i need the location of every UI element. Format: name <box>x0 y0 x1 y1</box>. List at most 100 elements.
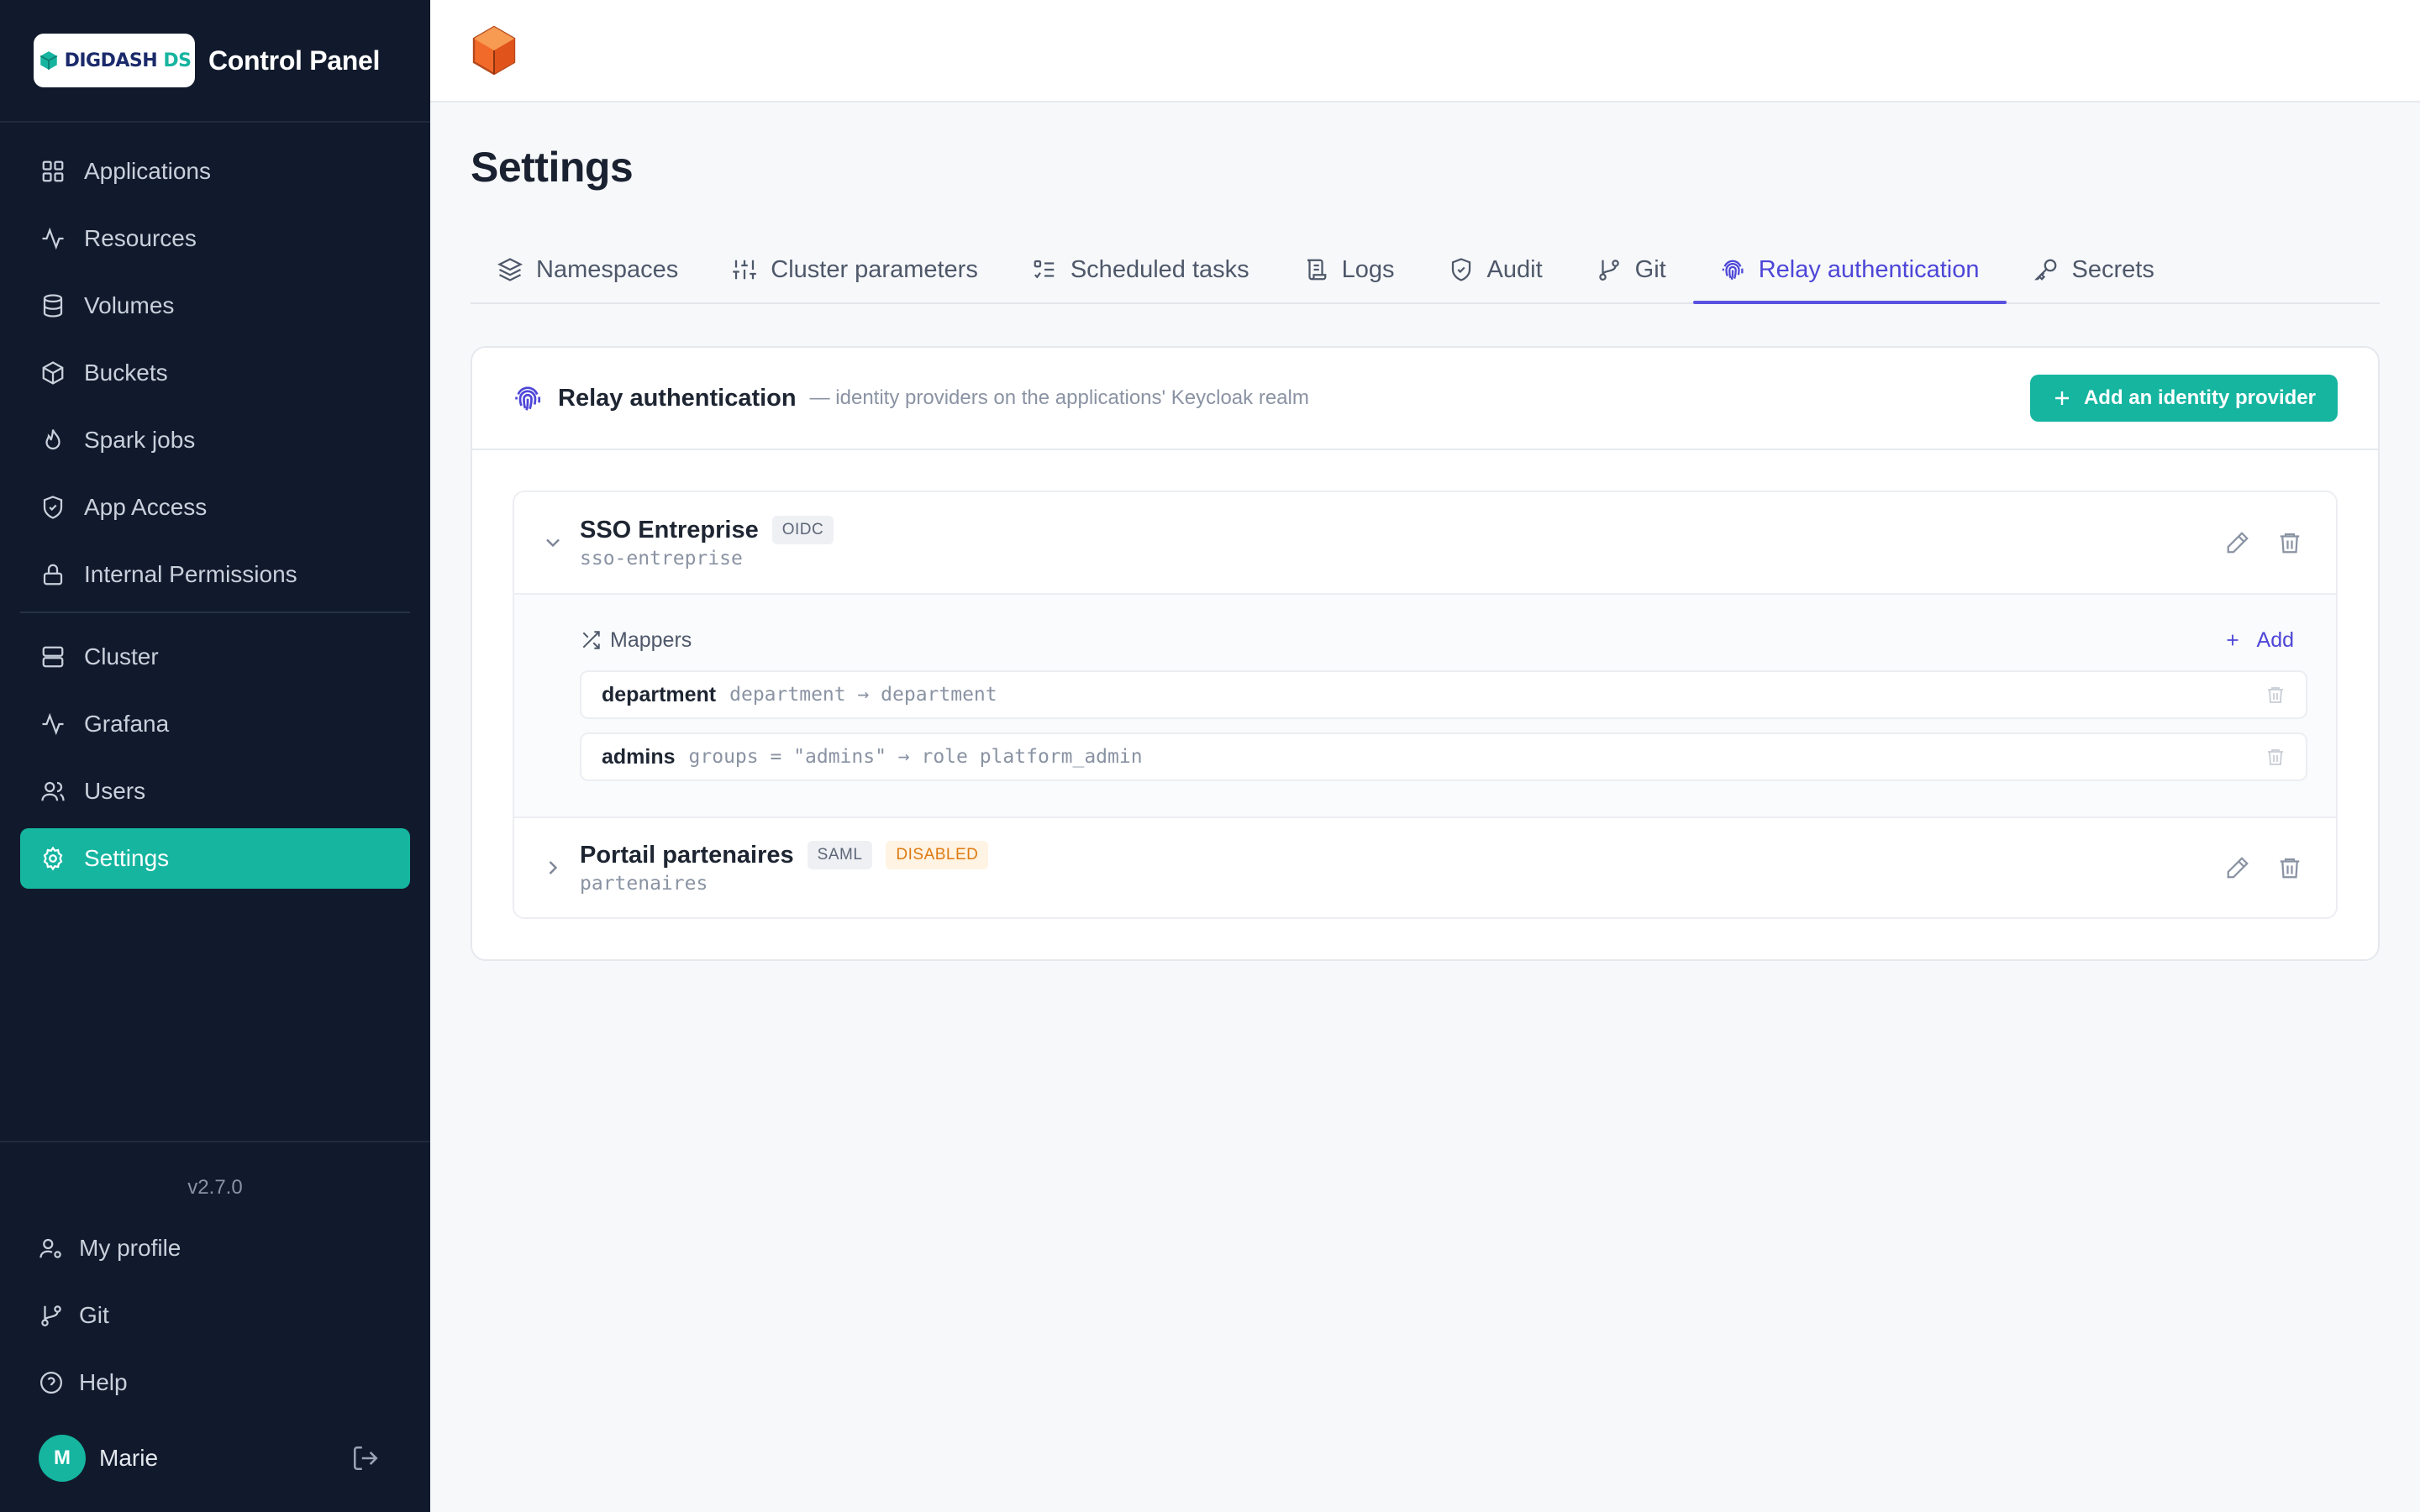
tab-scheduled-tasks[interactable]: Scheduled tasks <box>1005 237 1276 302</box>
tab-audit[interactable]: Audit <box>1422 237 1570 302</box>
database-icon <box>43 294 63 318</box>
card-title: Relay authentication <box>558 384 797 412</box>
tab-cluster-parameters[interactable]: Cluster parameters <box>705 237 1005 302</box>
provider-info: Portail partenaires SAML DISABLED parten… <box>580 841 989 895</box>
tab-label: Git <box>1634 255 1666 283</box>
mappers-title: Mappers <box>610 627 692 652</box>
tab-label: Logs <box>1341 255 1395 283</box>
plus-icon <box>2227 634 2238 646</box>
list-checks-icon <box>1034 260 1055 279</box>
sidebar-item-label: Resources <box>84 225 197 251</box>
trash-icon[interactable] <box>2265 685 2286 705</box>
tab-label: Namespaces <box>536 255 679 283</box>
add-identity-provider-button[interactable]: Add an identity provider <box>2029 375 2338 422</box>
logout-icon[interactable] <box>351 1444 380 1473</box>
mappers-header: Mappers Add <box>580 623 2307 657</box>
sidebar-item-users[interactable]: Users <box>20 761 410 822</box>
chevron-right-icon[interactable] <box>541 856 565 879</box>
tab-label: Relay authentication <box>1758 255 1980 283</box>
sidebar: DIGDASH DS Control Panel Applications Re… <box>0 0 430 1512</box>
mapper-name: department <box>602 682 717 706</box>
sidebar-item-label: Buckets <box>84 360 168 386</box>
shield-check-icon <box>1451 258 1470 281</box>
sidebar-item-internal-permissions[interactable]: Internal Permissions <box>20 544 410 605</box>
fingerprint-icon <box>1722 260 1744 281</box>
server-icon <box>42 646 64 668</box>
user-row: M Marie <box>20 1425 410 1492</box>
brand: DIGDASH DS Control Panel <box>0 0 430 123</box>
tab-logs[interactable]: Logs <box>1276 237 1422 302</box>
provider-slug: sso-entreprise <box>580 548 743 570</box>
lock-icon <box>43 564 63 585</box>
pencil-icon[interactable] <box>2225 530 2250 555</box>
fingerprint-icon <box>515 386 541 411</box>
activity-icon <box>42 227 64 250</box>
tab-namespaces[interactable]: Namespaces <box>471 237 705 302</box>
tab-secrets[interactable]: Secrets <box>2007 237 2181 302</box>
sidebar-item-volumes[interactable]: Volumes <box>20 276 410 336</box>
provider-actions <box>2225 855 2302 880</box>
sidebar-item-label: Git <box>79 1302 109 1328</box>
trash-icon[interactable] <box>2277 855 2302 880</box>
provider-title-line: SSO Entreprise OIDC <box>580 516 834 544</box>
sidebar-item-cluster[interactable]: Cluster <box>20 627 410 687</box>
tab-label: Audit <box>1486 255 1543 283</box>
card-body: SSO Entreprise OIDC sso-entreprise Mappe… <box>472 450 2378 959</box>
provider-name: SSO Entreprise <box>580 516 759 543</box>
provider-row[interactable]: Portail partenaires SAML DISABLED parten… <box>514 816 2336 917</box>
sidebar-nav: Applications Resources Volumes Buckets S… <box>0 123 430 895</box>
flame-icon <box>45 429 60 450</box>
cube-logo-icon <box>39 51 57 70</box>
logo-text: DIGDASH DS <box>64 50 192 71</box>
sidebar-item-label: Grafana <box>84 711 170 737</box>
sidebar-item-my-profile[interactable]: My profile <box>20 1218 410 1278</box>
sidebar-item-buckets[interactable]: Buckets <box>20 343 410 403</box>
card-header: Relay authentication — identity provider… <box>472 348 2378 450</box>
digdash-logo[interactable]: DIGDASH DS <box>34 34 195 87</box>
shield-icon <box>43 496 63 519</box>
sidebar-item-resources[interactable]: Resources <box>20 208 410 269</box>
sidebar-item-grafana[interactable]: Grafana <box>20 694 410 754</box>
sidebar-item-label: Users <box>84 778 146 804</box>
status-badge: DISABLED <box>886 841 989 869</box>
sidebar-footer: v2.7.0 My profile Git Help M Marie <box>0 1141 430 1512</box>
users-icon <box>41 781 65 801</box>
add-mapper-link[interactable]: Add <box>2223 628 2294 653</box>
sliders-icon <box>733 260 756 280</box>
sidebar-item-label: Help <box>79 1369 128 1395</box>
page-title: Settings <box>471 144 634 191</box>
settings-tabs: Namespaces Cluster parameters Scheduled … <box>471 237 2380 304</box>
avatar[interactable]: M <box>39 1435 86 1482</box>
trash-icon[interactable] <box>2265 747 2286 767</box>
sidebar-item-help[interactable]: Help <box>20 1352 410 1413</box>
scroll-icon <box>1307 259 1327 281</box>
mapper-row[interactable]: admins groups = "admins" → role platform… <box>580 732 2307 781</box>
app-title: Control Panel <box>208 45 381 76</box>
provider-type-badge: SAML <box>807 841 873 869</box>
provider-row[interactable]: SSO Entreprise OIDC sso-entreprise <box>514 492 2336 593</box>
cube-logo-icon[interactable] <box>471 25 518 76</box>
layers-icon <box>497 258 523 281</box>
sidebar-item-app-access[interactable]: App Access <box>20 477 410 538</box>
chevron-down-icon[interactable] <box>541 531 565 554</box>
tab-git[interactable]: Git <box>1570 237 1693 302</box>
sidebar-item-label: Applications <box>84 158 211 184</box>
sidebar-item-label: Volumes <box>84 292 175 318</box>
trash-icon[interactable] <box>2277 530 2302 555</box>
sidebar-item-applications[interactable]: Applications <box>20 141 410 202</box>
sidebar-item-spark-jobs[interactable]: Spark jobs <box>20 410 410 470</box>
provider-title-line: Portail partenaires SAML DISABLED <box>580 841 989 869</box>
tab-relay-authentication[interactable]: Relay authentication <box>1692 237 2007 304</box>
provider-mappers-panel: Mappers Add department department → depa… <box>514 593 2336 816</box>
tab-label: Secrets <box>2071 255 2154 283</box>
main-area: Settings Namespaces Cluster parameters S… <box>430 0 2420 1512</box>
button-label: Add an identity provider <box>2083 386 2316 409</box>
pencil-icon[interactable] <box>2225 855 2250 880</box>
sidebar-item-git[interactable]: Git <box>20 1285 410 1346</box>
add-mapper-label: Add <box>2256 627 2294 652</box>
sidebar-item-label: My profile <box>79 1235 182 1261</box>
git-branch-icon <box>41 1305 61 1326</box>
mapper-row[interactable]: department department → department <box>580 670 2307 719</box>
sidebar-item-settings[interactable]: Settings <box>20 828 410 889</box>
provider-list: SSO Entreprise OIDC sso-entreprise Mappe… <box>513 491 2338 919</box>
